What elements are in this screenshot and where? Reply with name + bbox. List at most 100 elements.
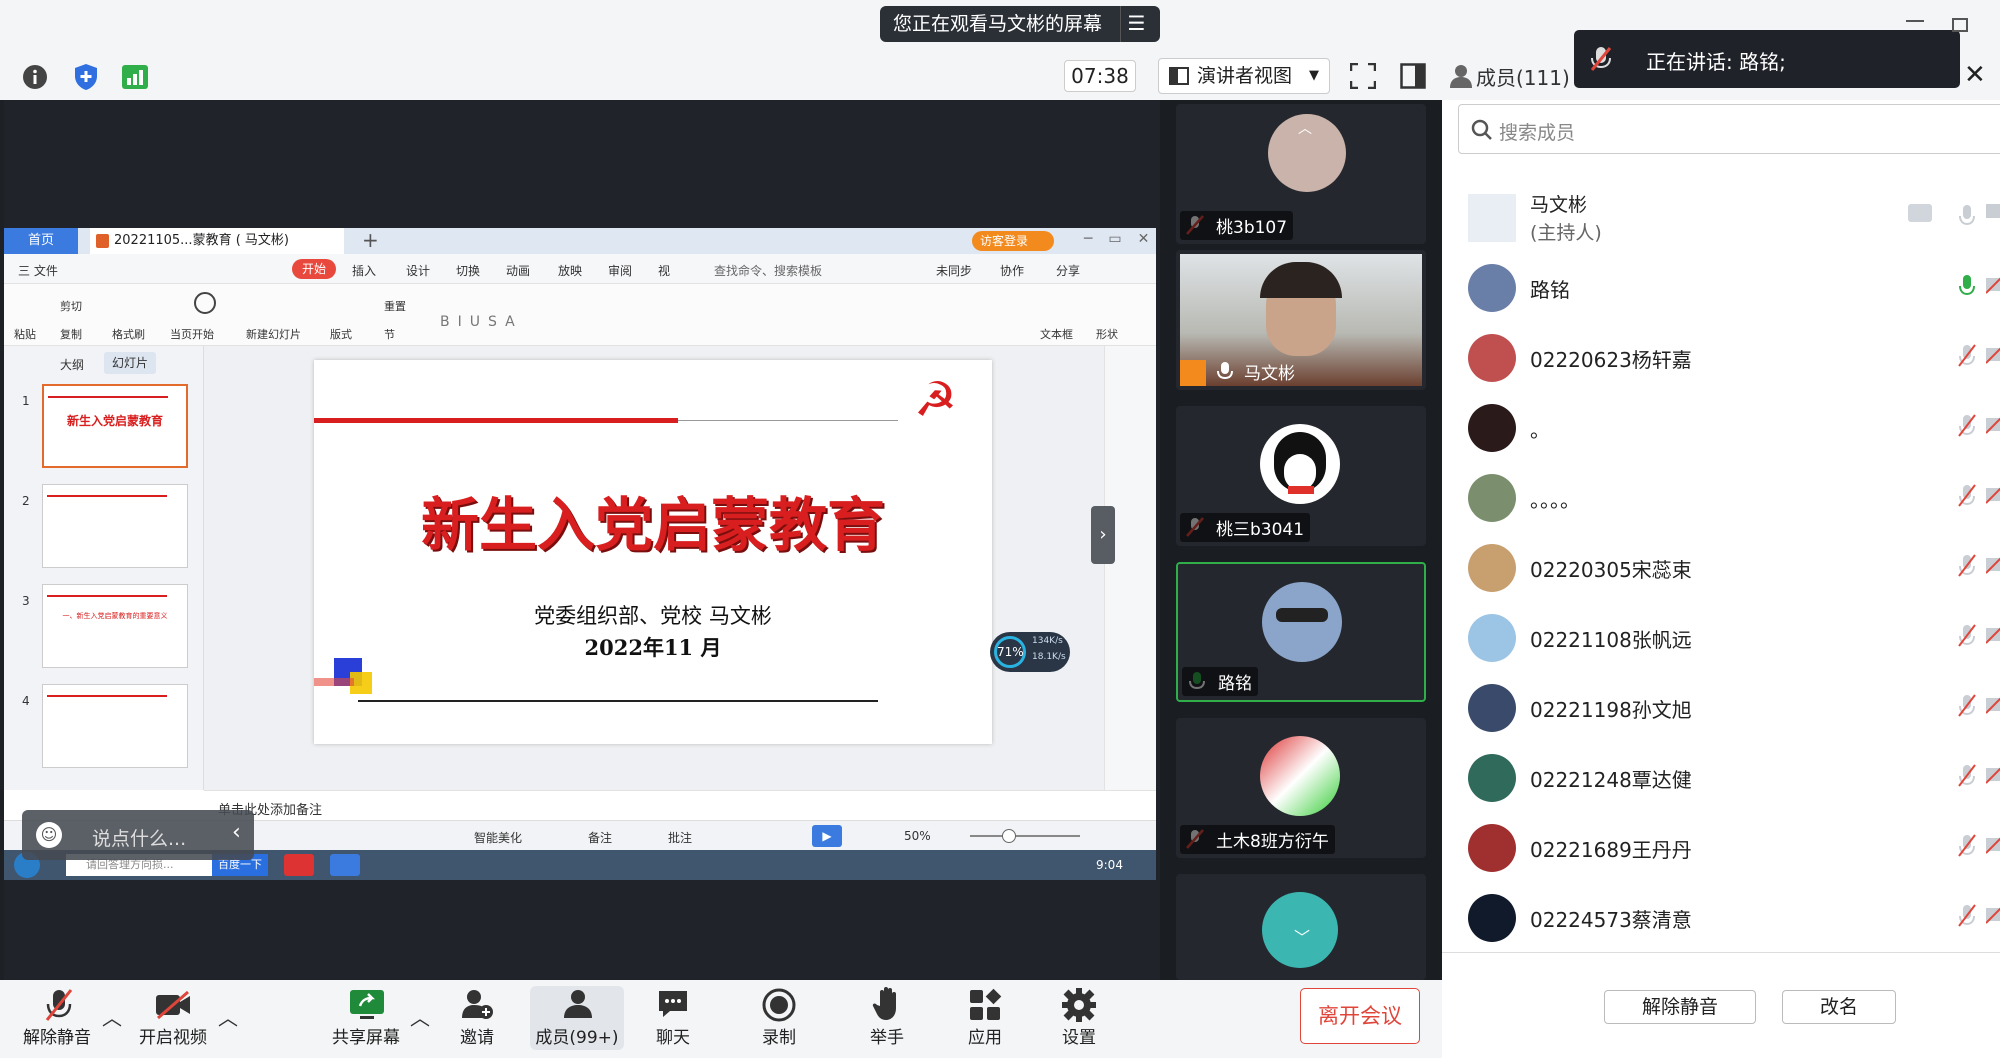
raise-hand-button[interactable]: 举手 xyxy=(856,986,918,1050)
member-row[interactable]: 02220305宋蕊束 xyxy=(1442,532,2000,602)
share-banner[interactable]: 您正在观看马文彬的屏幕 ☰ xyxy=(880,6,1160,42)
record-button[interactable]: 录制 xyxy=(748,986,810,1050)
network-speed-widget[interactable]: 71% 134K/s 18.1K/s xyxy=(990,632,1070,672)
member-row[interactable]: 02221198孙文旭 xyxy=(1442,672,2000,742)
share-chevron-up-icon[interactable]: ︿ xyxy=(410,1002,430,1031)
view-mode-select[interactable]: 演讲者视图 ▼ xyxy=(1158,58,1330,94)
menu-design[interactable]: 设计 xyxy=(406,262,430,279)
window-controls[interactable]: ─▭✕ xyxy=(1084,231,1165,247)
members-button[interactable]: 成员(99+) xyxy=(530,986,624,1050)
tab-outline[interactable]: 大纲 xyxy=(60,356,84,373)
wps-taskbar-icon[interactable] xyxy=(284,854,314,876)
search-input[interactable]: 搜索成员 xyxy=(1458,104,2000,154)
chevron-left-icon[interactable]: ‹ xyxy=(232,820,241,845)
ribbon-format-painter[interactable]: 格式刷 xyxy=(112,326,145,342)
ribbon-cut[interactable]: 剪切 xyxy=(60,298,82,314)
maximize-icon[interactable] xyxy=(1952,18,1968,32)
video-tile[interactable]: 马文彬 xyxy=(1176,250,1426,390)
ribbon-section[interactable]: 节 xyxy=(384,326,395,342)
unmute-all-button[interactable]: 解除静音 xyxy=(1604,990,1756,1024)
leave-meeting-button[interactable]: 离开会议 xyxy=(1300,988,1420,1044)
menu-file[interactable]: 三 文件 xyxy=(18,262,58,279)
mic-muted-icon[interactable] xyxy=(1958,694,1976,718)
menu-slideshow[interactable]: 放映 xyxy=(558,262,582,279)
minimize-icon[interactable] xyxy=(1906,20,1924,22)
zoom-slider[interactable] xyxy=(970,835,1080,837)
video-tile[interactable]: ﹀ xyxy=(1176,874,1426,980)
member-row[interactable]: 02224573蔡清意 xyxy=(1442,882,2000,952)
camera-off-icon[interactable] xyxy=(1986,344,2000,364)
ribbon-new-slide[interactable]: 新建幻灯片 xyxy=(246,326,301,342)
camera-off-icon[interactable] xyxy=(1986,414,2000,434)
camera-off-icon[interactable] xyxy=(1986,904,2000,924)
meeting-taskbar-icon[interactable] xyxy=(330,854,360,876)
zoom-level[interactable]: 50% xyxy=(904,829,931,843)
wps-home-tab[interactable]: 首页 xyxy=(4,228,78,254)
slide-thumbnail[interactable] xyxy=(42,484,188,568)
slide-thumbnail[interactable]: 新生入党启蒙教育 xyxy=(42,384,188,468)
ribbon-textbox[interactable]: 文本框 xyxy=(1040,326,1073,342)
status-notes[interactable]: 备注 xyxy=(588,829,612,846)
ribbon-paste[interactable]: 粘贴 xyxy=(14,326,36,342)
ribbon-shape[interactable]: 形状 xyxy=(1096,326,1118,342)
invite-button[interactable]: 邀请 xyxy=(446,986,508,1050)
menu-start[interactable]: 开始 xyxy=(292,259,336,279)
audio-chevron-up-icon[interactable]: ︿ xyxy=(102,1002,122,1031)
mic-on-icon[interactable] xyxy=(1958,274,1976,298)
menu-animation[interactable]: 动画 xyxy=(506,262,530,279)
share-menu-icon[interactable]: ☰ xyxy=(1120,6,1152,42)
status-beautify[interactable]: 智能美化 xyxy=(474,829,522,846)
video-tile-active-speaker[interactable]: 路铭 xyxy=(1176,562,1426,702)
video-chevron-up-icon[interactable]: ︿ xyxy=(218,1002,238,1031)
camera-off-icon[interactable] xyxy=(1986,624,2000,644)
info-icon[interactable] xyxy=(22,64,48,90)
camera-off-icon[interactable] xyxy=(1986,274,2000,294)
mic-muted-icon[interactable] xyxy=(1958,904,1976,928)
member-row[interactable]: 路铭 xyxy=(1442,252,2000,322)
camera-off-icon[interactable] xyxy=(1986,764,2000,784)
tab-slides[interactable]: 幻灯片 xyxy=(104,352,156,374)
mic-muted-icon[interactable] xyxy=(1958,484,1976,508)
mic-muted-icon[interactable] xyxy=(1958,554,1976,578)
chat-button[interactable]: 聊天 xyxy=(642,986,704,1050)
notes-area[interactable]: 单击此处添加备注 xyxy=(204,790,1156,820)
collapse-chevron-icon[interactable]: › xyxy=(1091,506,1115,564)
share-button[interactable]: 分享 xyxy=(1056,262,1080,279)
member-row[interactable]: 02220623杨轩嘉 xyxy=(1442,322,2000,392)
camera-off-icon[interactable] xyxy=(1986,694,2000,714)
menu-view[interactable]: 视 xyxy=(658,262,670,279)
menu-insert[interactable]: 插入 xyxy=(352,262,376,279)
member-row-host[interactable]: 马文彬 (主持人) xyxy=(1442,182,2000,252)
guest-login-button[interactable]: 访客登录 xyxy=(972,231,1054,251)
apps-button[interactable]: 应用 xyxy=(954,986,1016,1050)
sidebar-toggle-icon[interactable] xyxy=(1400,63,1426,89)
mic-muted-icon[interactable] xyxy=(1958,834,1976,858)
mic-muted-icon[interactable] xyxy=(1958,624,1976,648)
member-row[interactable]: 。 xyxy=(1442,392,2000,462)
collab-button[interactable]: 协作 xyxy=(1000,262,1024,279)
video-tile[interactable]: 土木8班方衍午 xyxy=(1176,718,1426,858)
slide-thumbnail[interactable]: 一、新生入党启蒙教育的重要意义 xyxy=(42,584,188,668)
emoji-icon[interactable]: ☺ xyxy=(36,822,62,848)
wps-doc-tab[interactable]: 20221105...蒙教育 ( 马文彬) xyxy=(90,228,344,254)
settings-button[interactable]: 设置 xyxy=(1048,986,1110,1050)
mic-muted-icon[interactable] xyxy=(1958,764,1976,788)
ribbon-copy[interactable]: 复制 xyxy=(60,326,82,342)
unmute-button[interactable]: 解除静音 xyxy=(18,986,96,1050)
rename-button[interactable]: 改名 xyxy=(1782,990,1896,1024)
shield-icon[interactable] xyxy=(73,63,99,91)
chat-input-pill[interactable]: ☺ 说点什么... ‹ xyxy=(22,810,254,860)
mic-muted-icon[interactable] xyxy=(1958,344,1976,368)
share-screen-button[interactable]: 共享屏幕 xyxy=(326,986,406,1050)
camera-off-icon[interactable] xyxy=(1986,554,2000,574)
start-video-button[interactable]: 开启视频 xyxy=(134,986,212,1050)
ribbon-play-current[interactable]: 当页开始 xyxy=(170,326,214,342)
close-toast-icon[interactable]: ✕ xyxy=(1964,60,1986,90)
camera-off-icon[interactable] xyxy=(1986,484,2000,504)
slide-thumbnail[interactable] xyxy=(42,684,188,768)
ribbon-reset[interactable]: 重置 xyxy=(384,298,406,314)
chevron-down-icon[interactable]: ﹀ xyxy=(1294,924,1310,948)
command-search[interactable]: 查找命令、搜索模板 xyxy=(714,262,822,279)
members-count-label[interactable]: 成员(111) xyxy=(1476,62,1570,91)
play-slideshow-icon[interactable]: ▶ xyxy=(812,825,842,847)
